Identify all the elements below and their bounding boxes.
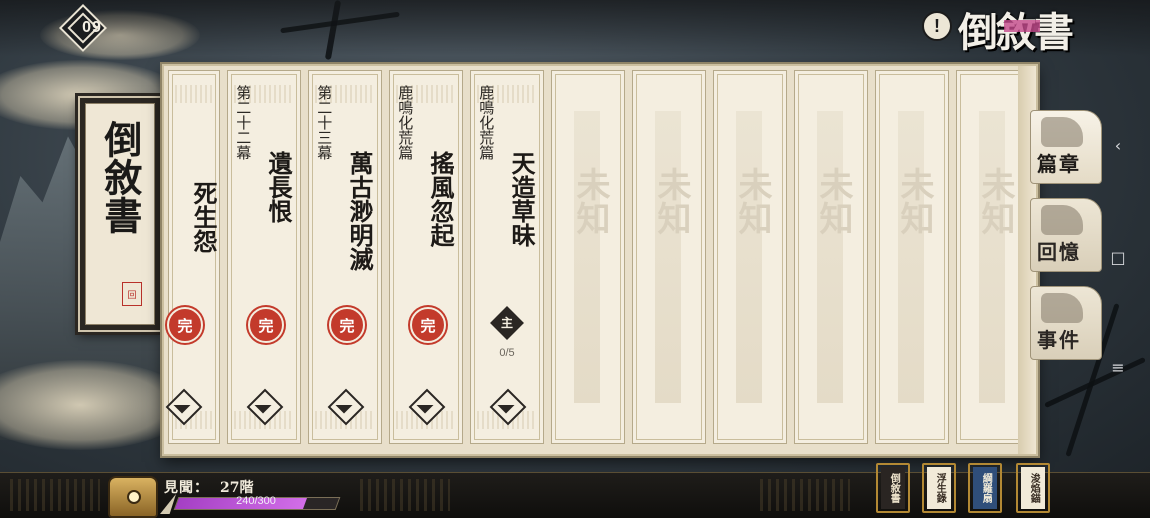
locked-chapter-card: 未知 xyxy=(794,70,868,444)
locked-chapter-card: 未知 xyxy=(632,70,706,444)
side-tab[interactable]: 篇章 xyxy=(1030,110,1102,184)
enter-chapter-button[interactable] xyxy=(408,388,446,426)
system-home-icon[interactable]: □ xyxy=(1108,248,1128,267)
book-label: 浮生錄 xyxy=(927,467,951,509)
bottom-ornament xyxy=(10,479,100,511)
back-button-label: 09 xyxy=(82,19,102,36)
system-back-icon[interactable]: ‹ xyxy=(1108,136,1128,155)
side-tab[interactable]: 事件 xyxy=(1030,286,1102,360)
complete-badge: 完 xyxy=(248,307,284,343)
card-pattern xyxy=(175,85,213,103)
logo-text: 倒敘書 xyxy=(958,9,1074,56)
complete-badge: 完 xyxy=(410,307,446,343)
tab-icon xyxy=(1041,293,1083,323)
chapter-card[interactable]: 死生怨完 xyxy=(165,70,220,444)
exp-text: 240/300 xyxy=(236,495,276,507)
treasure-chest-icon[interactable] xyxy=(108,476,158,518)
section-plaque: 倒敘書 回 xyxy=(78,96,162,332)
chapter-card[interactable]: 鹿鳴化荒篇 搖風忽起完 xyxy=(389,70,463,444)
chapter-title: 天造草昧 xyxy=(507,151,536,247)
enter-chapter-button[interactable] xyxy=(327,388,365,426)
enter-chapter-button[interactable] xyxy=(246,388,284,426)
locked-mark: 未知 xyxy=(651,167,691,235)
question-icon[interactable]: ! xyxy=(922,11,952,41)
chapter-card[interactable]: 鹿鳴化荒篇 天造草昧主 0/5 xyxy=(470,70,544,444)
book-slot[interactable]: 浚焰錨 xyxy=(1016,463,1050,513)
system-menu-icon[interactable]: ≡ xyxy=(1108,358,1128,377)
side-tab[interactable]: 回憶 xyxy=(1030,198,1102,272)
complete-badge: 完 xyxy=(167,307,203,343)
locked-stripe xyxy=(574,111,600,403)
logo-stamp xyxy=(1004,20,1040,32)
locked-stripe xyxy=(736,111,762,403)
bottom-ornament xyxy=(360,479,450,511)
side-tab-label: 事件 xyxy=(1037,328,1081,352)
locked-chapter-card: 未知 xyxy=(551,70,625,444)
side-tab-label: 回憶 xyxy=(1037,240,1081,264)
chapter-card[interactable]: 第二十二幕 遺長恨完 xyxy=(227,70,301,444)
book-slot[interactable]: 倒敘書 xyxy=(876,463,910,513)
book-slot[interactable]: 浮生錄 xyxy=(922,463,956,513)
level-value: 27階 xyxy=(220,480,254,496)
main-story-badge: 主 xyxy=(490,306,524,340)
book-label: 倒敘書 xyxy=(881,467,905,509)
chapter-title: 遺長恨 xyxy=(264,151,293,223)
side-tab-label: 篇章 xyxy=(1037,152,1081,176)
complete-badge: 完 xyxy=(329,307,365,343)
back-button[interactable]: 09 xyxy=(56,3,110,53)
enter-chapter-button[interactable] xyxy=(489,388,527,426)
locked-mark: 未知 xyxy=(732,167,772,235)
locked-stripe xyxy=(979,111,1005,403)
main-story-badge-label: 主 xyxy=(500,316,513,330)
locked-mark: 未知 xyxy=(975,167,1015,235)
chapter-card-list: 死生怨完第二十二幕 遺長恨完第二十三幕 萬古渺明滅完鹿鳴化荒篇 搖風忽起完鹿鳴化荒篇天… xyxy=(165,70,1036,448)
chapter-title: 萬古渺明滅 xyxy=(345,151,374,271)
chapter-progress: 0/5 xyxy=(499,347,515,359)
bottom-ornament xyxy=(760,479,850,511)
enter-chapter-button[interactable] xyxy=(165,388,203,426)
locked-mark: 未知 xyxy=(813,167,853,235)
book-slot[interactable]: 綱羅扇 xyxy=(968,463,1002,513)
book-label: 綱羅扇 xyxy=(973,467,997,509)
chapter-card[interactable]: 第二十三幕 萬古渺明滅完 xyxy=(308,70,382,444)
book-label: 浚焰錨 xyxy=(1021,467,1045,509)
locked-chapter-card: 未知 xyxy=(713,70,787,444)
level-label: 見聞： xyxy=(164,480,209,496)
locked-chapter-card: 未知 xyxy=(875,70,949,444)
locked-mark: 未知 xyxy=(570,167,610,235)
chapter-number: 第二十二幕 xyxy=(234,85,253,160)
locked-stripe xyxy=(817,111,843,403)
chapter-number: 鹿鳴化荒篇 xyxy=(396,85,415,160)
locked-stripe xyxy=(898,111,924,403)
tab-icon xyxy=(1041,117,1083,147)
logo: 倒敘書 xyxy=(958,0,1098,64)
chapter-title: 搖風忽起 xyxy=(426,151,455,247)
plaque-seal: 回 xyxy=(122,282,142,306)
chapter-title: 死生怨 xyxy=(189,181,218,253)
chapter-number: 鹿鳴化荒篇 xyxy=(477,85,496,160)
locked-stripe xyxy=(655,111,681,403)
tab-icon xyxy=(1041,205,1083,235)
chapter-scroll-panel[interactable]: 死生怨完第二十二幕 遺長恨完第二十三幕 萬古渺明滅完鹿鳴化荒篇 搖風忽起完鹿鳴化荒篇天… xyxy=(162,64,1038,456)
chapter-number: 第二十三幕 xyxy=(315,85,334,160)
locked-mark: 未知 xyxy=(894,167,934,235)
